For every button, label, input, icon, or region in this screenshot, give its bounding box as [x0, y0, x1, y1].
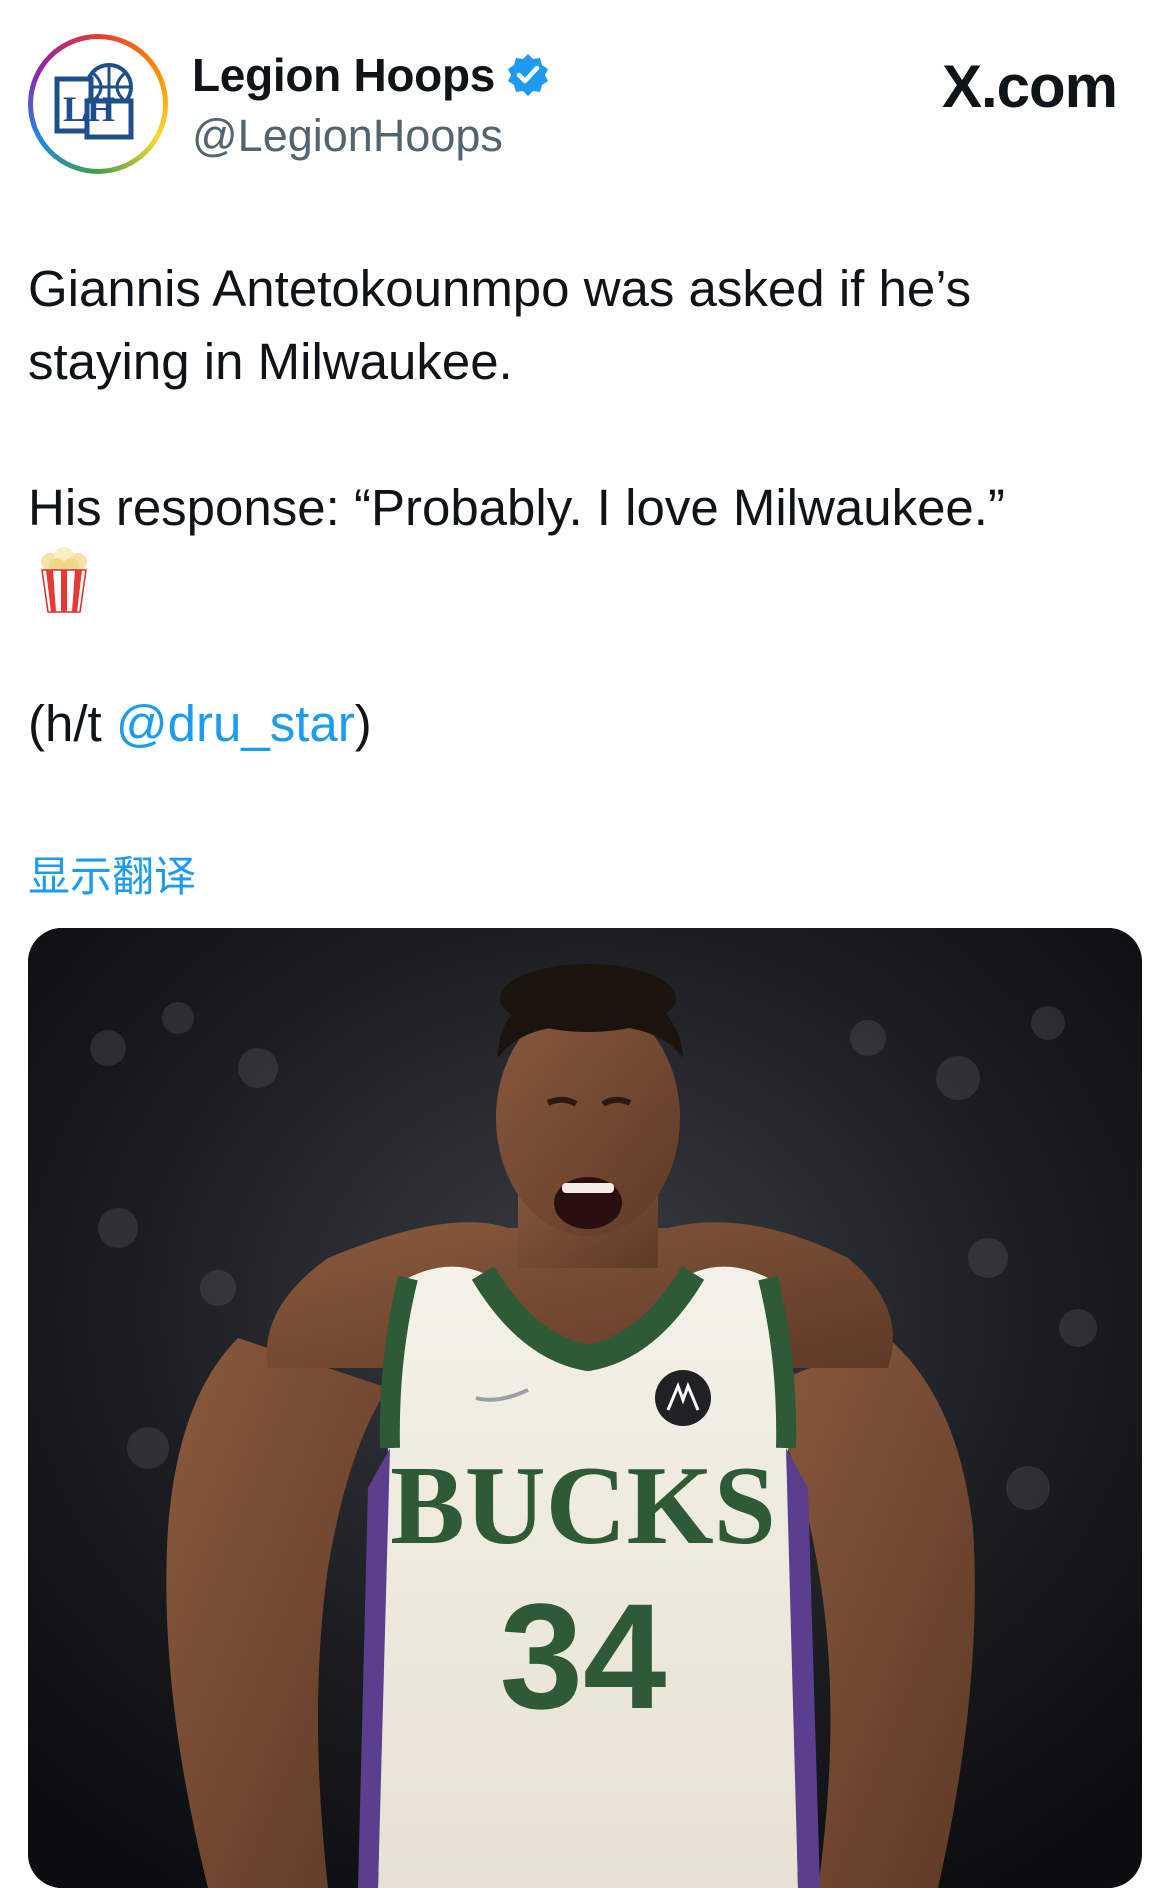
popcorn-icon: [36, 546, 92, 614]
credit-suffix: ): [354, 695, 372, 752]
avatar-text: LH: [63, 89, 115, 129]
credit-prefix: (h/t: [28, 695, 116, 752]
tweet-media-photo[interactable]: BUCKS 34: [28, 928, 1142, 1888]
player-photo: BUCKS 34: [28, 928, 1142, 1888]
verified-badge-icon: [505, 52, 551, 98]
site-label: X.com: [941, 53, 1118, 120]
tweet-paragraph-3: (h/t @dru_star): [28, 687, 1138, 760]
tweet-paragraph-1: Giannis Antetokounmpo was asked if he’s …: [28, 260, 972, 390]
mention-link[interactable]: @dru_star: [116, 695, 355, 752]
tweet-paragraph-2: His response: “Probably. I love Milwauke…: [28, 479, 1005, 536]
jersey-team-text: BUCKS: [390, 1444, 776, 1568]
show-translation-link[interactable]: 显示翻译: [28, 843, 196, 904]
author-block: Legion Hoops @LegionHoops: [192, 46, 551, 162]
tweet-header: LH Legion Hoops @LegionHoops X.com: [0, 0, 1169, 200]
display-name[interactable]: Legion Hoops: [192, 48, 495, 102]
author-handle[interactable]: @LegionHoops: [192, 110, 551, 162]
avatar-logo: LH: [33, 39, 163, 169]
jersey-number-text: 34: [500, 1572, 667, 1740]
tweet-text: Giannis Antetokounmpo was asked if he’s …: [28, 252, 1138, 760]
avatar[interactable]: LH: [28, 34, 168, 174]
legion-hoops-logo-icon: LH: [54, 63, 134, 140]
